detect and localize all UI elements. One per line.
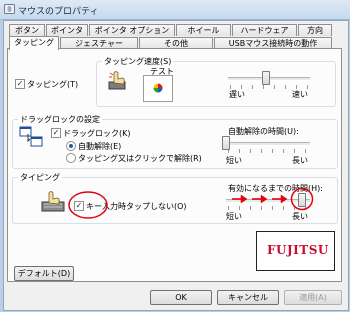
typing-group-label: タイピング: [18, 172, 62, 183]
drag-lock-checkbox[interactable]: ✓: [51, 128, 61, 138]
tab-orientation[interactable]: 方向: [298, 24, 332, 36]
keyboard-hand-icon: [41, 191, 65, 212]
auto-release-long-label: 長い: [292, 156, 308, 165]
default-button[interactable]: デフォルト(D): [14, 266, 74, 281]
test-area[interactable]: [143, 75, 173, 102]
drag-lock-group-label: ドラッグロックの設定: [18, 114, 102, 125]
mouse-icon: [4, 4, 15, 14]
auto-release-label: 自動解除(E): [78, 142, 122, 151]
tab-panel: ✓ タッピング(T) タッピング速度(S) テスト 遅い 速い ドラッグロックの…: [7, 48, 342, 282]
auto-release-radio[interactable]: [66, 141, 76, 151]
tab-wheel[interactable]: ホイール: [176, 24, 231, 36]
drag-lock-windows-icon: [19, 126, 43, 147]
test-target-icon: [153, 83, 163, 93]
auto-release-time-track: [226, 142, 310, 146]
annotation-circle: [290, 187, 314, 211]
activation-time-long-label: 長い: [292, 212, 308, 221]
tap-click-release-radio[interactable]: [66, 153, 76, 163]
title-bar: マウスのプロパティ: [0, 0, 350, 20]
brand-logo-box: FUJITSU: [256, 231, 335, 271]
cancel-button[interactable]: キャンセル: [217, 290, 279, 305]
fujitsu-logo: FUJITSU: [267, 243, 329, 257]
annotation-circle: [68, 191, 108, 219]
auto-release-short-label: 短い: [226, 156, 242, 165]
tapping-speed-slider[interactable]: [262, 71, 270, 85]
apply-button[interactable]: 適用(A): [284, 290, 342, 305]
tab-pointer[interactable]: ポインタ: [46, 24, 88, 36]
ok-button[interactable]: OK: [150, 290, 212, 305]
auto-release-time-ticks: [228, 149, 309, 153]
auto-release-time-label: 自動解除の時間(U):: [228, 127, 299, 136]
tapping-speed-group: タッピング速度(S): [96, 56, 336, 107]
annotation-arrows: [232, 194, 288, 204]
tab-hardware[interactable]: ハードウェア: [232, 24, 297, 36]
tab-tapping[interactable]: タッピング: [9, 36, 59, 50]
tapping-label: タッピング(T): [27, 80, 79, 89]
activation-time-short-label: 短い: [226, 212, 242, 221]
tap-click-release-label: タッピング又はクリックで解除(R): [78, 154, 202, 163]
tapping-checkbox[interactable]: ✓: [15, 79, 25, 89]
window-title: マウスのプロパティ: [18, 7, 99, 17]
tab-buttons[interactable]: ボタン: [9, 24, 45, 36]
auto-release-time-slider[interactable]: [222, 136, 230, 150]
tab-pointer-options[interactable]: ポインタ オプション: [89, 24, 175, 36]
drag-lock-label: ドラッグロック(K): [63, 129, 131, 138]
tapping-hand-icon: [108, 71, 126, 90]
tapping-speed-fast-label: 速い: [292, 90, 308, 99]
tapping-speed-slow-label: 遅い: [229, 90, 245, 99]
